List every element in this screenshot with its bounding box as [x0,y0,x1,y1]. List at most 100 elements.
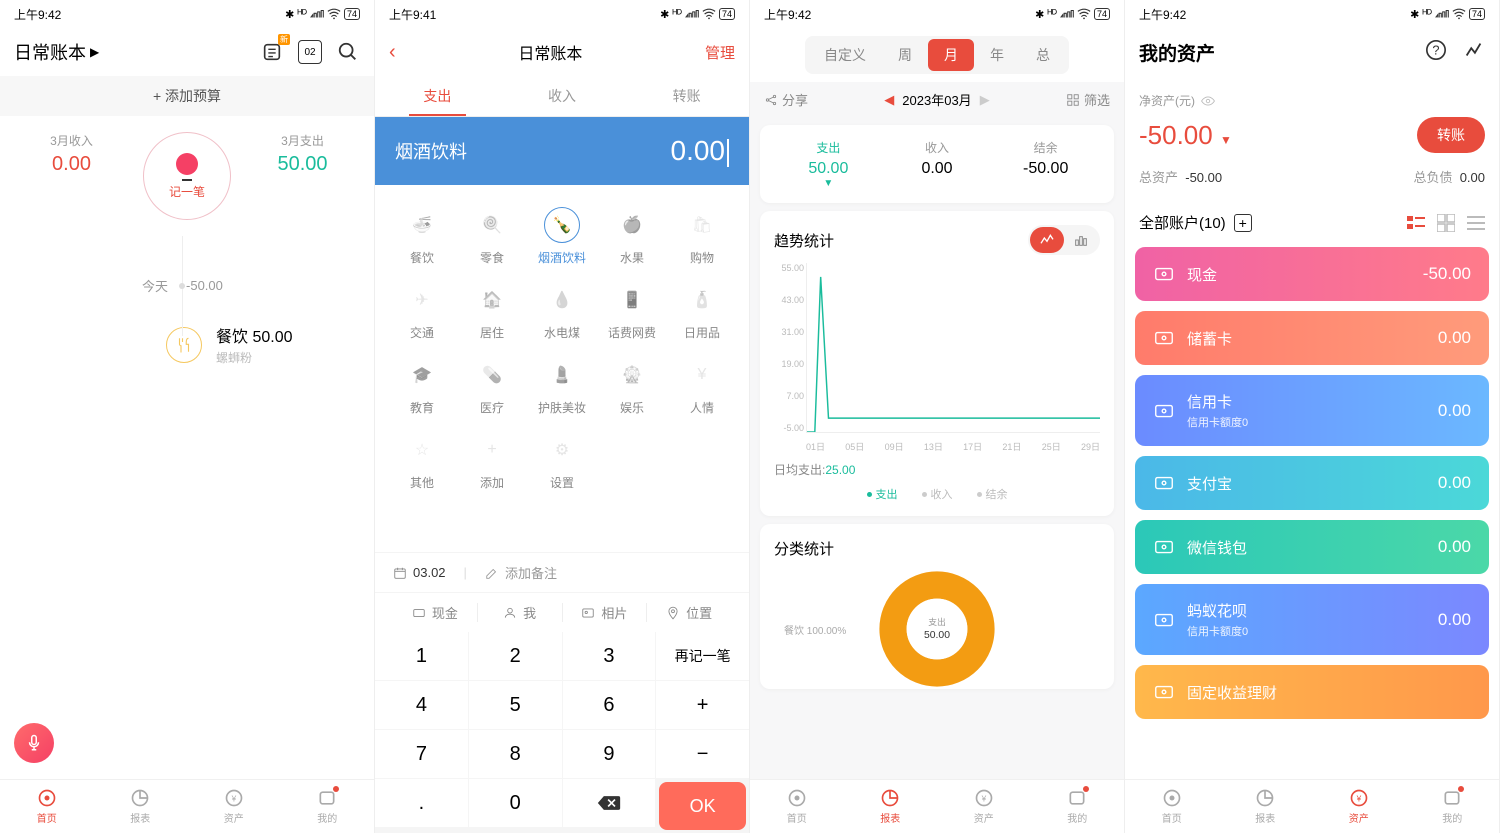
category-教育[interactable]: 🎓教育 [387,351,457,422]
tab-month[interactable]: 月 [928,39,974,71]
key-4[interactable]: 4 [375,681,468,729]
account-card-储蓄卡[interactable]: 储蓄卡0.00 [1135,311,1489,365]
transfer-button[interactable]: 转账 [1417,117,1485,153]
tab-expense[interactable]: 支出 [375,76,500,116]
chart-line-toggle[interactable] [1030,227,1064,253]
add-account-button[interactable]: + [1234,214,1252,232]
account-card-现金[interactable]: 现金-50.00 [1135,247,1489,301]
nav-mine[interactable]: 我的 [1406,780,1500,833]
nav-home[interactable]: 首页 [1125,780,1219,833]
list-icon[interactable]: 新 [260,40,284,64]
member-picker[interactable]: 我 [478,603,563,622]
nav-assets[interactable]: ¥资产 [1312,780,1406,833]
key-9[interactable]: 9 [563,730,656,778]
back-button[interactable]: ‹ [389,41,396,64]
nav-assets[interactable]: ¥资产 [187,780,281,833]
memo-button[interactable]: 添加备注 [485,563,557,582]
category-娱乐[interactable]: 🎡娱乐 [597,351,667,422]
tab-custom[interactable]: 自定义 [808,39,882,71]
category-其他[interactable]: ☆其他 [387,426,457,497]
account-card-微信钱包[interactable]: 微信钱包0.00 [1135,520,1489,574]
voice-record-button[interactable] [14,723,54,763]
account-card-支付宝[interactable]: 支付宝0.00 [1135,456,1489,510]
nav-reports[interactable]: 报表 [94,780,188,833]
category-话费网费[interactable]: 📱话费网费 [597,276,667,347]
category-餐饮[interactable]: 🍜餐饮 [387,201,457,272]
key-8[interactable]: 8 [469,730,562,778]
key-1[interactable]: 1 [375,632,468,680]
record-again-key[interactable]: 再记一笔 [656,632,749,680]
key-3[interactable]: 3 [563,632,656,680]
view-grid-icon[interactable] [1437,214,1455,232]
category-居住[interactable]: 🏠居住 [457,276,527,347]
legend-balance[interactable]: 结余 [977,486,1008,502]
tab-week[interactable]: 周 [882,39,928,71]
category-日用品[interactable]: 🧴日用品 [667,276,737,347]
stat-结余[interactable]: 结余-50.00 [991,139,1100,189]
month-expense[interactable]: 3月支出 50.00 [231,132,374,220]
donut-chart[interactable]: 餐饮 100.00% 支出50.00 [774,569,1100,689]
record-button[interactable]: 记一笔 [143,132,231,220]
category-设置[interactable]: ⚙设置 [527,426,597,497]
search-icon[interactable] [336,40,360,64]
tab-year[interactable]: 年 [974,39,1020,71]
view-list-icon[interactable] [1467,214,1485,232]
category-零食[interactable]: 🍭零食 [457,201,527,272]
trend-chart[interactable]: 55.0043.0031.0019.007.00-5.00 01日05日09日1… [774,263,1100,453]
month-income[interactable]: 3月收入 0.00 [0,132,143,220]
nav-mine[interactable]: 我的 [281,780,375,833]
account-card-固定收益理财[interactable]: 固定收益理财 [1135,665,1489,719]
date-selector[interactable]: ◀2023年03月▶ [884,90,989,109]
stat-支出[interactable]: 支出50.00▼ [774,139,883,189]
share-button[interactable]: 分享 [764,90,808,109]
category-医疗[interactable]: 💊医疗 [457,351,527,422]
key-+[interactable]: + [656,681,749,729]
ok-button[interactable]: OK [659,782,746,830]
key-.[interactable]: . [375,779,468,827]
account-picker[interactable]: 现金 [393,603,478,622]
ledger-title[interactable]: 日常账本▶ [14,39,99,65]
account-card-信用卡[interactable]: 信用卡信用卡额度00.00 [1135,375,1489,446]
tab-transfer[interactable]: 转账 [624,76,749,116]
nav-home[interactable]: 首页 [750,780,844,833]
category-水果[interactable]: 🍎水果 [597,201,667,272]
key-6[interactable]: 6 [563,681,656,729]
category-添加[interactable]: +添加 [457,426,527,497]
category-购物[interactable]: 🛍购物 [667,201,737,272]
category-交通[interactable]: ✈交通 [387,276,457,347]
add-budget-button[interactable]: + 添加预算 [0,76,374,116]
amount-input-bar[interactable]: 烟酒饮料 0.00 [375,117,749,185]
key-−[interactable]: − [656,730,749,778]
calendar-icon[interactable]: 02 [298,40,322,64]
backspace-key[interactable] [563,779,656,827]
tab-income[interactable]: 收入 [500,76,625,116]
nav-mine[interactable]: 我的 [1031,780,1125,833]
category-烟酒饮料[interactable]: 🍾烟酒饮料 [527,201,597,272]
filter-button[interactable]: 筛选 [1066,90,1110,109]
photo-button[interactable]: 相片 [563,603,648,622]
stat-收入[interactable]: 收入0.00 [883,139,992,189]
manage-button[interactable]: 管理 [705,42,735,63]
legend-expense[interactable]: 支出 [867,486,898,502]
nav-home[interactable]: 首页 [0,780,94,833]
nav-assets[interactable]: ¥资产 [937,780,1031,833]
category-人情[interactable]: ¥人情 [667,351,737,422]
tab-total[interactable]: 总 [1020,39,1066,71]
date-picker[interactable]: 03.02 [393,565,446,580]
transaction-item[interactable]: 餐饮 50.00 螺蛳粉 [166,323,334,366]
location-button[interactable]: 位置 [647,603,731,622]
chart-bar-toggle[interactable] [1064,227,1098,253]
legend-income[interactable]: 收入 [922,486,953,502]
chart-icon[interactable] [1463,39,1485,66]
account-card-蚂蚁花呗[interactable]: 蚂蚁花呗信用卡额度00.00 [1135,584,1489,655]
help-icon[interactable]: ? [1425,39,1447,66]
nav-reports[interactable]: 报表 [1219,780,1313,833]
view-card-icon[interactable] [1407,214,1425,232]
key-0[interactable]: 0 [469,779,562,827]
nav-reports[interactable]: 报表 [844,780,938,833]
key-7[interactable]: 7 [375,730,468,778]
key-2[interactable]: 2 [469,632,562,680]
category-水电煤[interactable]: 💧水电煤 [527,276,597,347]
key-5[interactable]: 5 [469,681,562,729]
category-护肤美妆[interactable]: 💄护肤美妆 [527,351,597,422]
